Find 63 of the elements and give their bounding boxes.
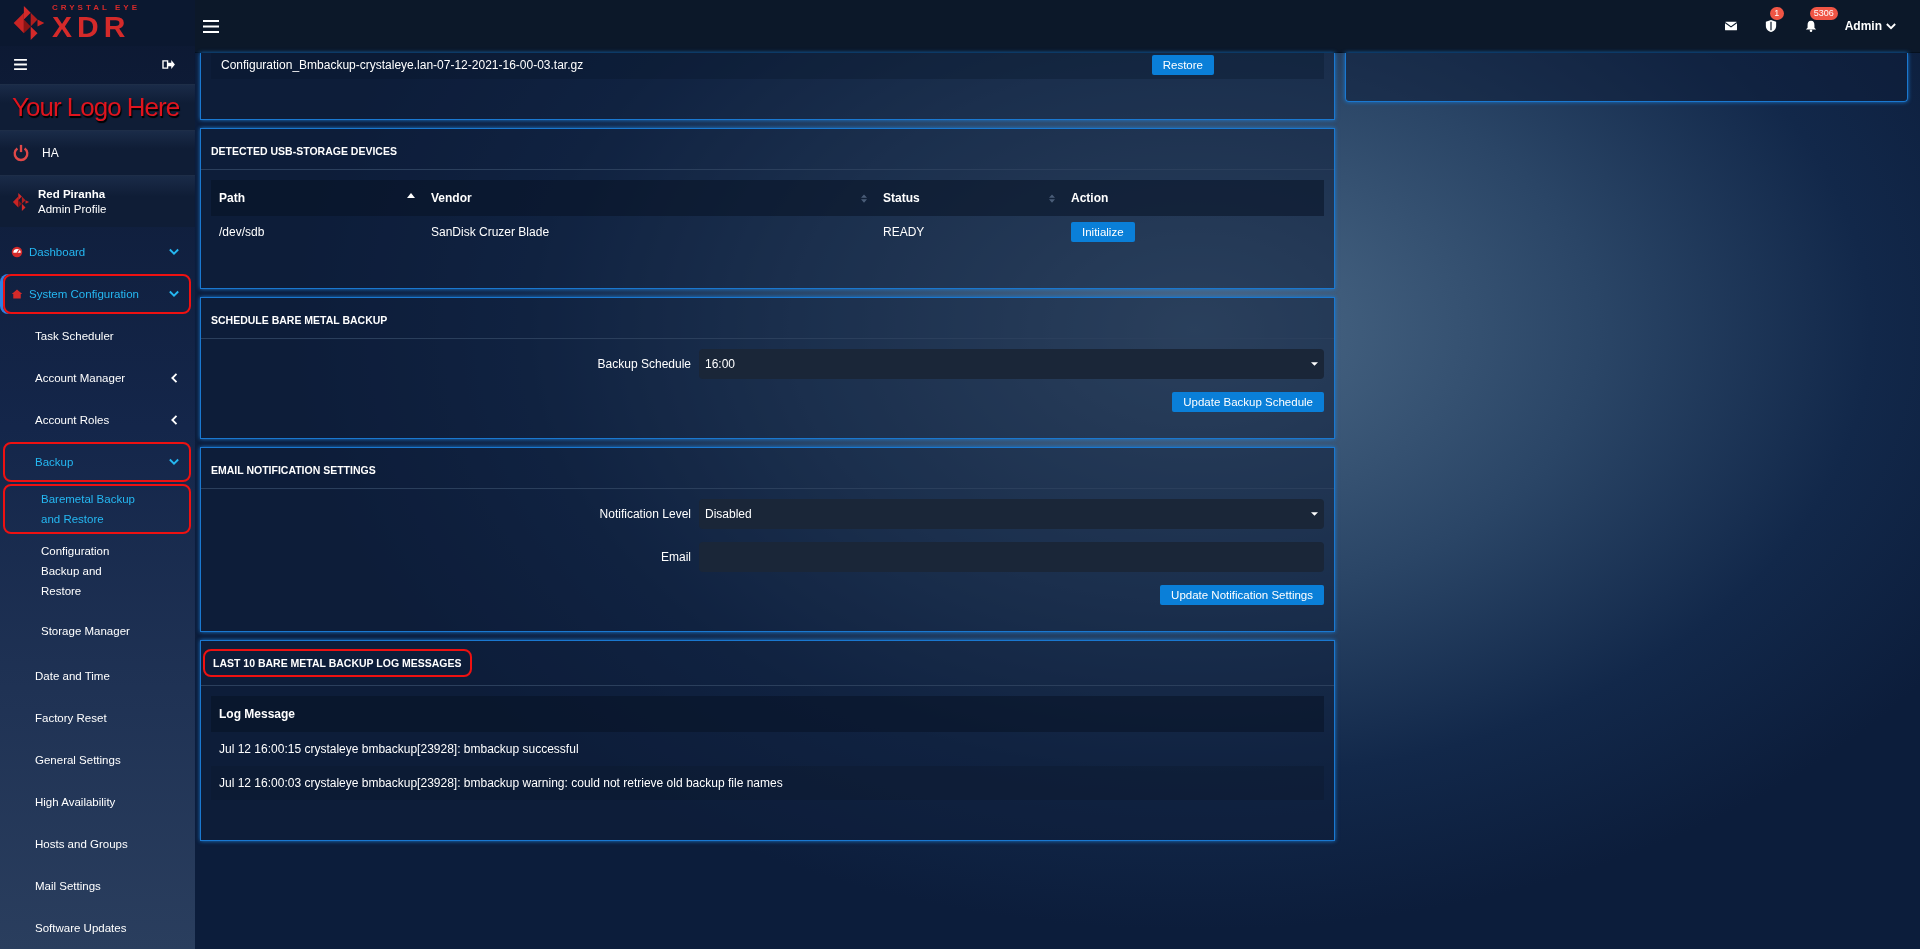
gauge-icon (11, 246, 23, 258)
table-cell-text: Jul 12 16:00:15 crystaleye bmbackup[23928]: bmbackup successful (218, 741, 580, 758)
column-header: Log Message (218, 707, 297, 721)
sidebar-item[interactable]: Storage Manager (3, 608, 191, 654)
field-label: Notification Level (598, 507, 691, 521)
brand-tagline: CRYSTAL EYE (52, 3, 140, 12)
table-cell-text: SanDisk Cruzer Blade (430, 225, 551, 239)
table-cell-text: /dev/sdb (218, 225, 266, 239)
user-menu[interactable]: Admin (1844, 19, 1896, 33)
profile-name: Red Piranha (38, 187, 107, 202)
count-badge: 5306 (1809, 7, 1838, 20)
bell-icon[interactable] (1804, 20, 1817, 32)
panel-title: DETECTED USB-STORAGE DEVICES (201, 129, 1334, 170)
column-header[interactable]: Path (211, 191, 423, 205)
select-field[interactable]: 16:00 (699, 349, 1324, 379)
menu-icon[interactable] (14, 59, 27, 71)
sidebar-item[interactable]: High Availability (3, 782, 191, 822)
chevron-down-icon (1886, 22, 1896, 30)
ha-item[interactable]: HA (0, 130, 195, 176)
sidebar-item[interactable]: Account Roles (3, 400, 191, 440)
update-button[interactable]: Update Notification Settings (1160, 585, 1324, 605)
sidebar-item[interactable]: Factory Reset (3, 698, 191, 738)
custom-logo-text: Your Logo Here (12, 91, 180, 123)
column-header[interactable]: Status (875, 191, 1063, 205)
table-cell-text: READY (882, 225, 926, 239)
panel-title: SCHEDULE BARE METAL BACKUP (201, 298, 1334, 339)
sidebar-item[interactable]: Task Scheduler (3, 316, 191, 356)
table-cell: Jul 12 16:00:03 crystaleye bmbackup[23928]: bmbackup warning: could not retrieve old backup file names (211, 766, 1324, 800)
update-button[interactable]: Update Backup Schedule (1172, 392, 1324, 412)
profile-role: Admin Profile (38, 201, 107, 216)
input-field[interactable] (699, 542, 1324, 572)
column-header[interactable]: Vendor (423, 191, 875, 205)
select-field[interactable]: Disabled (699, 499, 1324, 529)
sidebar-item[interactable]: Mail Settings (3, 866, 191, 906)
menu-icon[interactable] (203, 19, 219, 33)
sidebar-item[interactable]: Date and Time (3, 656, 191, 696)
restore-button[interactable]: Restore (1151, 55, 1214, 75)
sidebar-item[interactable]: General Settings (3, 740, 191, 780)
panel-title: EMAIL NOTIFICATION SETTINGS (201, 448, 1334, 489)
fish-logo-icon (12, 190, 30, 213)
envelope-icon[interactable] (1724, 20, 1737, 32)
shield-icon[interactable] (1764, 20, 1777, 32)
sidebar-item[interactable]: Dashboard (3, 232, 191, 272)
brand-name: XDR (52, 11, 131, 42)
sidebar-item[interactable]: Hosts and Groups (3, 824, 191, 864)
field-label: Email (660, 550, 691, 564)
sidebar-item[interactable]: Software Updates (3, 908, 191, 948)
house-icon (11, 288, 23, 300)
count-badge: 1 (1769, 7, 1784, 20)
field-label: Backup Schedule (596, 357, 691, 371)
sidebar-item[interactable]: Account Manager (3, 358, 191, 398)
caret-icon (1311, 362, 1318, 366)
caret-icon (1311, 512, 1318, 516)
panel-title: LAST 10 BARE METAL BACKUP LOG MESSAGES (203, 649, 472, 677)
column-header[interactable]: Action (1063, 191, 1324, 205)
sidebar-item[interactable]: System Configuration (3, 274, 191, 314)
sidebar-item[interactable]: Configuration Backup and Restore (3, 536, 191, 606)
sidebar-item[interactable]: Baremetal Backup and Restore (3, 484, 191, 534)
sidebar-item[interactable]: Backup (3, 442, 191, 482)
power-icon (12, 144, 30, 163)
logout-icon[interactable] (162, 59, 175, 71)
backup-file-name: Configuration_Bmbackup-crystaleye.lan-07-12-2021-16-00-03.tar.gz (221, 58, 584, 72)
initialize-button[interactable]: Initialize (1071, 222, 1135, 242)
